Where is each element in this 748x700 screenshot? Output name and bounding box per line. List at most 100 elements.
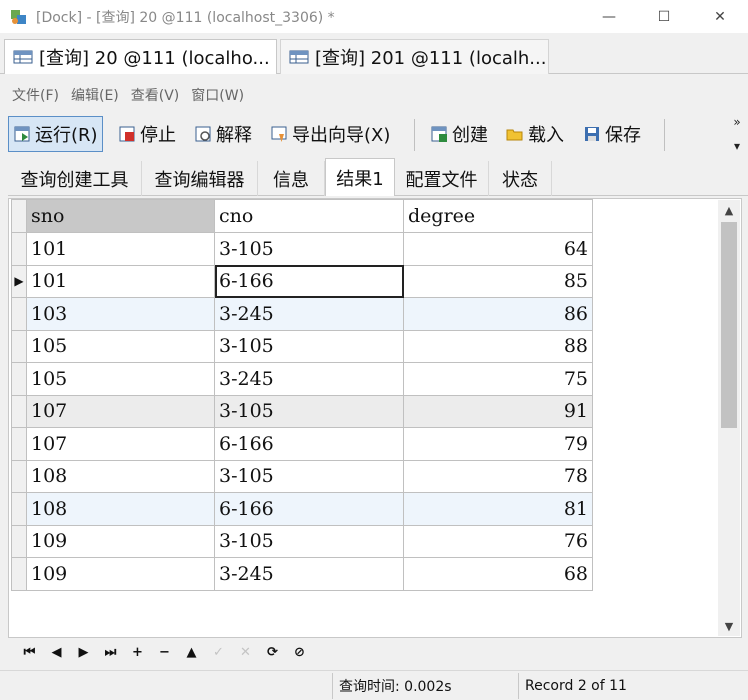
table-row[interactable]: 108 3-105 78 [11,459,593,493]
last-record-icon[interactable]: ⏭ [97,639,124,665]
menu-view[interactable]: 查看(V) [131,85,180,105]
table-row[interactable]: 101 3-105 64 [11,232,593,266]
minimize-button[interactable]: — [586,0,632,33]
tab-status[interactable]: 状态 [489,161,552,196]
table-row[interactable]: 108 6-166 81 [11,492,593,526]
cell-cno[interactable]: 3-105 [214,394,404,428]
table-row[interactable]: 107 3-105 91 [11,394,593,428]
cell-degree[interactable]: 81 [403,492,593,526]
row-indicator[interactable] [11,232,27,266]
refresh-icon[interactable]: ⟳ [259,639,286,665]
column-header-sno[interactable]: sno [26,199,215,233]
table-row[interactable]: 107 6-166 79 [11,427,593,461]
cell-sno[interactable]: 107 [26,394,215,428]
cell-sno[interactable]: 105 [26,329,215,363]
table-row[interactable]: 105 3-105 88 [11,329,593,363]
menu-file[interactable]: 文件(F) [12,85,59,105]
row-indicator[interactable] [11,394,27,428]
export-wizard-button[interactable]: 导出向导(X) [270,116,390,152]
tab-info[interactable]: 信息 [258,161,325,196]
scroll-down-arrow-icon[interactable]: ▼ [718,616,740,636]
post-edit-icon[interactable]: ▲ [178,639,205,665]
row-indicator[interactable] [11,329,27,363]
cell-sno[interactable]: 109 [26,557,215,591]
vertical-scrollbar[interactable]: ▲ ▼ [718,200,740,636]
first-record-icon[interactable]: ⏮ [16,639,43,665]
next-record-icon[interactable]: ▶ [70,639,97,665]
cell-degree[interactable]: 68 [403,557,593,591]
delete-record-icon[interactable]: − [151,639,178,665]
cell-degree[interactable]: 76 [403,524,593,558]
close-button[interactable]: ✕ [697,0,743,33]
menu-window[interactable]: 窗口(W) [191,85,244,105]
save-button[interactable]: 保存 [583,116,641,152]
cell-cno[interactable]: 3-105 [214,232,404,266]
cell-cno[interactable]: 3-245 [214,297,404,331]
row-indicator[interactable] [11,362,27,396]
cell-degree[interactable]: 78 [403,459,593,493]
cell-degree[interactable]: 64 [403,232,593,266]
load-button[interactable]: 载入 [506,116,564,152]
cancel-changes-icon[interactable]: ✕ [232,639,259,665]
row-indicator[interactable] [11,557,27,591]
current-row-arrow-icon[interactable]: ▶ [11,264,27,298]
cell-cno[interactable]: 3-245 [214,557,404,591]
cell-cno[interactable]: 6-166 [214,427,404,461]
cell-sno[interactable]: 101 [26,264,215,298]
document-tab-strip: [查询] 20 @111 (localho... [查询] 201 @111 (… [0,33,748,74]
tab-query-editor[interactable]: 查询编辑器 [142,161,258,196]
cell-cno[interactable]: 3-105 [214,329,404,363]
doc-tab-query-201[interactable]: [查询] 201 @111 (localh... [280,39,549,74]
run-button[interactable]: 运行(R) [8,116,103,152]
scroll-up-arrow-icon[interactable]: ▲ [718,200,740,220]
tab-query-builder[interactable]: 查询创建工具 [8,161,142,196]
cell-cno[interactable]: 3-105 [214,459,404,493]
cell-cno[interactable]: 3-105 [214,524,404,558]
explain-button[interactable]: 解释 [194,116,252,152]
cell-sno[interactable]: 108 [26,459,215,493]
menu-edit[interactable]: 编辑(E) [71,85,119,105]
cell-cno[interactable]: 3-245 [214,362,404,396]
tab-result-1[interactable]: 结果1 [325,158,395,196]
cell-cno-focused[interactable]: 6-166 [214,264,404,298]
toolbar-overflow-button[interactable]: » ▾ [728,113,746,155]
row-indicator[interactable] [11,427,27,461]
cell-degree[interactable]: 86 [403,297,593,331]
cell-cno[interactable]: 6-166 [214,492,404,526]
cell-sno[interactable]: 103 [26,297,215,331]
prior-record-icon[interactable]: ◀ [43,639,70,665]
cell-sno[interactable]: 105 [26,362,215,396]
cell-degree[interactable]: 85 [403,264,593,298]
table-row-current[interactable]: ▶ 101 6-166 85 [11,264,593,298]
row-indicator[interactable] [11,492,27,526]
tab-profile[interactable]: 配置文件 [395,161,489,196]
table-row[interactable]: 109 3-105 76 [11,524,593,558]
cell-sno[interactable]: 108 [26,492,215,526]
stop-query-icon[interactable]: ⊘ [286,639,313,665]
row-indicator[interactable] [11,297,27,331]
column-header-degree[interactable]: degree [403,199,593,233]
export-label: 导出向导(X) [292,125,391,146]
cell-degree[interactable]: 75 [403,362,593,396]
maximize-button[interactable]: ☐ [641,0,687,33]
table-row[interactable]: 103 3-245 86 [11,297,593,331]
column-header-cno[interactable]: cno [214,199,404,233]
title-bar: [Dock] - [查询] 20 @111 (localhost_3306) *… [0,0,748,33]
cell-sno[interactable]: 109 [26,524,215,558]
window-title: [Dock] - [查询] 20 @111 (localhost_3306) * [36,10,335,26]
stop-button[interactable]: 停止 [118,116,176,152]
cell-sno[interactable]: 101 [26,232,215,266]
create-button[interactable]: 创建 [430,116,488,152]
table-row[interactable]: 109 3-245 68 [11,557,593,591]
scrollbar-thumb[interactable] [721,222,737,428]
apply-changes-icon[interactable]: ✓ [205,639,232,665]
cell-degree[interactable]: 88 [403,329,593,363]
table-row[interactable]: 105 3-245 75 [11,362,593,396]
row-indicator[interactable] [11,459,27,493]
cell-degree[interactable]: 79 [403,427,593,461]
doc-tab-query-20[interactable]: [查询] 20 @111 (localho... [4,39,277,74]
cell-sno[interactable]: 107 [26,427,215,461]
cell-degree[interactable]: 91 [403,394,593,428]
add-record-icon[interactable]: + [124,639,151,665]
row-indicator[interactable] [11,524,27,558]
